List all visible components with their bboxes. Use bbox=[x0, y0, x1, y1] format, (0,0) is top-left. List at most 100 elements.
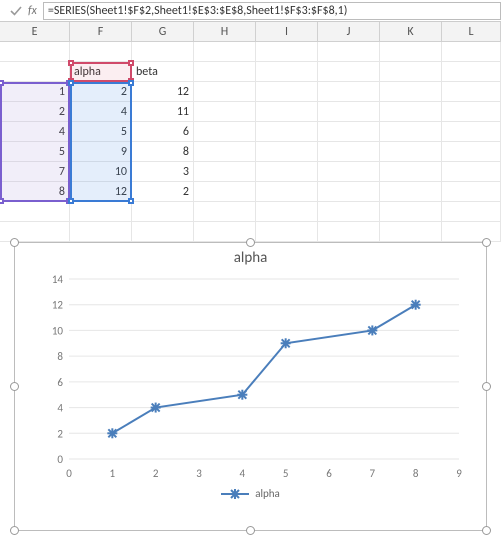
cell-I9[interactable] bbox=[256, 202, 318, 221]
cell-F9[interactable] bbox=[70, 202, 132, 221]
cell-H6[interactable] bbox=[194, 142, 256, 161]
cell-F2[interactable]: alpha bbox=[70, 62, 132, 81]
cell-K9[interactable] bbox=[380, 202, 442, 221]
cell-G1[interactable] bbox=[132, 42, 194, 61]
cell-I5[interactable] bbox=[256, 122, 318, 141]
chart-title[interactable]: alpha bbox=[15, 249, 486, 267]
cell-F1[interactable] bbox=[70, 42, 132, 61]
cell-F6[interactable]: 9 bbox=[70, 142, 132, 161]
cell-H2[interactable] bbox=[194, 62, 256, 81]
col-header-F[interactable]: F bbox=[70, 22, 132, 41]
chart-handle-ne[interactable] bbox=[482, 238, 491, 247]
formula-input[interactable] bbox=[43, 2, 501, 20]
cell-F8[interactable]: 12 bbox=[70, 182, 132, 201]
cell-G6[interactable]: 8 bbox=[132, 142, 194, 161]
cell-F3[interactable]: 2 bbox=[70, 82, 132, 101]
cell-G4[interactable]: 11 bbox=[132, 102, 194, 121]
chart-handle-w[interactable] bbox=[10, 382, 19, 391]
cell-K7[interactable] bbox=[380, 162, 442, 181]
cell-I3[interactable] bbox=[256, 82, 318, 101]
cell-K6[interactable] bbox=[380, 142, 442, 161]
cell-J5[interactable] bbox=[318, 122, 380, 141]
cell-G8[interactable]: 2 bbox=[132, 182, 194, 201]
cell-G7[interactable]: 3 bbox=[132, 162, 194, 181]
col-header-H[interactable]: H bbox=[194, 22, 256, 41]
cell-H8[interactable] bbox=[194, 182, 256, 201]
cell-E4[interactable]: 2 bbox=[0, 102, 70, 121]
cell-I8[interactable] bbox=[256, 182, 318, 201]
chart-handle-sw[interactable] bbox=[10, 526, 19, 535]
cell-K5[interactable] bbox=[380, 122, 442, 141]
cell-J9[interactable] bbox=[318, 202, 380, 221]
cell-G3[interactable]: 12 bbox=[132, 82, 194, 101]
cell-K1[interactable] bbox=[380, 42, 442, 61]
cell-J6[interactable] bbox=[318, 142, 380, 161]
col-header-K[interactable]: K bbox=[380, 22, 442, 41]
cell-J2[interactable] bbox=[318, 62, 380, 81]
cell-L4[interactable] bbox=[442, 102, 501, 121]
cell-L2[interactable] bbox=[442, 62, 501, 81]
col-header-E[interactable]: E bbox=[0, 22, 70, 41]
col-header-J[interactable]: J bbox=[318, 22, 380, 41]
cell-E2[interactable] bbox=[0, 62, 70, 81]
cell-E10[interactable] bbox=[0, 222, 70, 241]
cell-I1[interactable] bbox=[256, 42, 318, 61]
cell-E1[interactable] bbox=[0, 42, 70, 61]
cell-J4[interactable] bbox=[318, 102, 380, 121]
cell-I4[interactable] bbox=[256, 102, 318, 121]
chart-handle-s[interactable] bbox=[246, 526, 255, 535]
accept-formula-icon[interactable] bbox=[6, 1, 26, 21]
chart-handle-se[interactable] bbox=[482, 526, 491, 535]
cell-L3[interactable] bbox=[442, 82, 501, 101]
cell-F7[interactable]: 10 bbox=[70, 162, 132, 181]
cell-K10[interactable] bbox=[380, 222, 442, 241]
chart-handle-n[interactable] bbox=[246, 238, 255, 247]
cell-E6[interactable]: 5 bbox=[0, 142, 70, 161]
cell-L5[interactable] bbox=[442, 122, 501, 141]
cell-H4[interactable] bbox=[194, 102, 256, 121]
chart-handle-nw[interactable] bbox=[10, 238, 19, 247]
cell-G2[interactable]: beta bbox=[132, 62, 194, 81]
cell-E9[interactable] bbox=[0, 202, 70, 221]
cell-E5[interactable]: 4 bbox=[0, 122, 70, 141]
cell-F10[interactable] bbox=[70, 222, 132, 241]
cell-I2[interactable] bbox=[256, 62, 318, 81]
cell-K8[interactable] bbox=[380, 182, 442, 201]
cell-K2[interactable] bbox=[380, 62, 442, 81]
chart-object[interactable]: alpha 024681012140123456789 alpha bbox=[14, 242, 487, 531]
cell-G5[interactable]: 6 bbox=[132, 122, 194, 141]
cell-J1[interactable] bbox=[318, 42, 380, 61]
cell-I6[interactable] bbox=[256, 142, 318, 161]
cell-G9[interactable] bbox=[132, 202, 194, 221]
cell-H3[interactable] bbox=[194, 82, 256, 101]
cell-E7[interactable]: 7 bbox=[0, 162, 70, 181]
cell-L8[interactable] bbox=[442, 182, 501, 201]
cell-J7[interactable] bbox=[318, 162, 380, 181]
chart-plot-area[interactable]: 024681012140123456789 bbox=[49, 273, 469, 483]
cell-G10[interactable] bbox=[132, 222, 194, 241]
cell-J8[interactable] bbox=[318, 182, 380, 201]
cell-L9[interactable] bbox=[442, 202, 501, 221]
cell-E3[interactable]: 1 bbox=[0, 82, 70, 101]
cell-L10[interactable] bbox=[442, 222, 501, 241]
cell-L1[interactable] bbox=[442, 42, 501, 61]
cell-H7[interactable] bbox=[194, 162, 256, 181]
cell-L7[interactable] bbox=[442, 162, 501, 181]
col-header-I[interactable]: I bbox=[256, 22, 318, 41]
cell-K4[interactable] bbox=[380, 102, 442, 121]
cell-H9[interactable] bbox=[194, 202, 256, 221]
cell-K3[interactable] bbox=[380, 82, 442, 101]
cell-J3[interactable] bbox=[318, 82, 380, 101]
col-header-G[interactable]: G bbox=[132, 22, 194, 41]
fx-label[interactable]: fx bbox=[28, 4, 37, 18]
cell-E8[interactable]: 8 bbox=[0, 182, 70, 201]
cell-H5[interactable] bbox=[194, 122, 256, 141]
cell-I10[interactable] bbox=[256, 222, 318, 241]
cell-I7[interactable] bbox=[256, 162, 318, 181]
cell-J10[interactable] bbox=[318, 222, 380, 241]
cell-F5[interactable]: 5 bbox=[70, 122, 132, 141]
cell-L6[interactable] bbox=[442, 142, 501, 161]
chart-legend[interactable]: alpha bbox=[15, 487, 486, 503]
col-header-L[interactable]: L bbox=[442, 22, 501, 41]
chart-handle-e[interactable] bbox=[482, 382, 491, 391]
